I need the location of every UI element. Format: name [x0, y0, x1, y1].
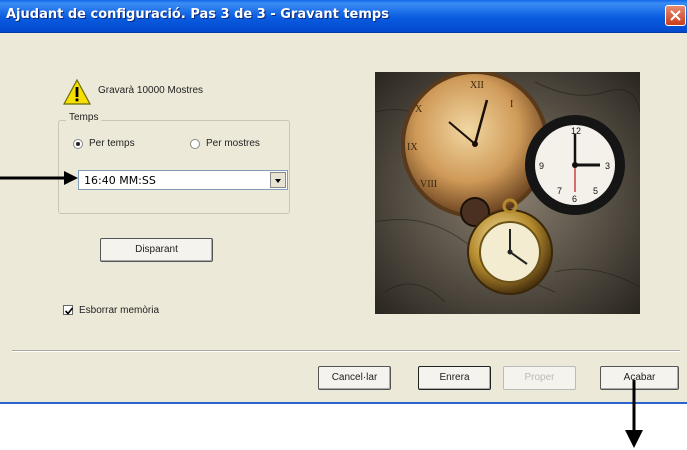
arrow-right-icon: [0, 171, 78, 185]
clocks-illustration: XII I X IX VIII 12 3 6 9 5 7: [375, 72, 640, 314]
svg-text:5: 5: [593, 186, 598, 196]
svg-text:6: 6: [572, 194, 577, 204]
svg-text:7: 7: [557, 186, 562, 196]
erase-memory-checkbox[interactable]: [63, 305, 74, 315]
checkmark-icon: [64, 307, 74, 315]
warning-icon: [62, 78, 92, 105]
svg-text:IX: IX: [407, 142, 418, 153]
chevron-down-icon[interactable]: [270, 172, 286, 188]
temps-group-label: Temps: [66, 112, 102, 123]
radio-per-temps[interactable]: [73, 139, 83, 149]
time-combobox-value: 16:40 MM:SS: [84, 174, 156, 187]
arrow-down-icon: [625, 380, 643, 448]
erase-memory-label: Esborrar memòria: [79, 305, 160, 316]
svg-text:I: I: [510, 99, 513, 110]
title-bar[interactable]: Ajudant de configuració. Pas 3 de 3 - Gr…: [0, 0, 687, 33]
radio-per-mostres-label: Per mostres: [206, 138, 260, 149]
close-icon: [670, 10, 681, 21]
svg-text:9: 9: [539, 161, 544, 171]
next-button[interactable]: Proper: [503, 366, 576, 390]
wizard-window: Ajudant de configuració. Pas 3 de 3 - Gr…: [0, 0, 687, 402]
svg-text:XII: XII: [470, 80, 484, 91]
svg-text:VIII: VIII: [420, 179, 437, 190]
back-button[interactable]: Enrera: [418, 366, 491, 390]
radio-per-mostres[interactable]: [190, 139, 200, 149]
clocks-image: XII I X IX VIII 12 3 6 9 5 7: [375, 72, 640, 314]
cancel-button[interactable]: Cancel·lar: [318, 366, 391, 390]
trigger-button[interactable]: Disparant: [100, 238, 213, 262]
time-combobox[interactable]: 16:40 MM:SS: [78, 170, 288, 190]
window-title: Ajudant de configuració. Pas 3 de 3 - Gr…: [6, 7, 389, 22]
svg-text:X: X: [415, 104, 423, 115]
svg-text:3: 3: [605, 161, 610, 171]
window-bottom-edge: [0, 402, 687, 404]
separator: [12, 350, 680, 352]
temps-groupbox: [58, 120, 290, 214]
samples-warning-text: Gravarà 10000 Mostres: [98, 85, 204, 96]
close-button[interactable]: [665, 5, 686, 26]
radio-per-temps-label: Per temps: [89, 138, 135, 149]
